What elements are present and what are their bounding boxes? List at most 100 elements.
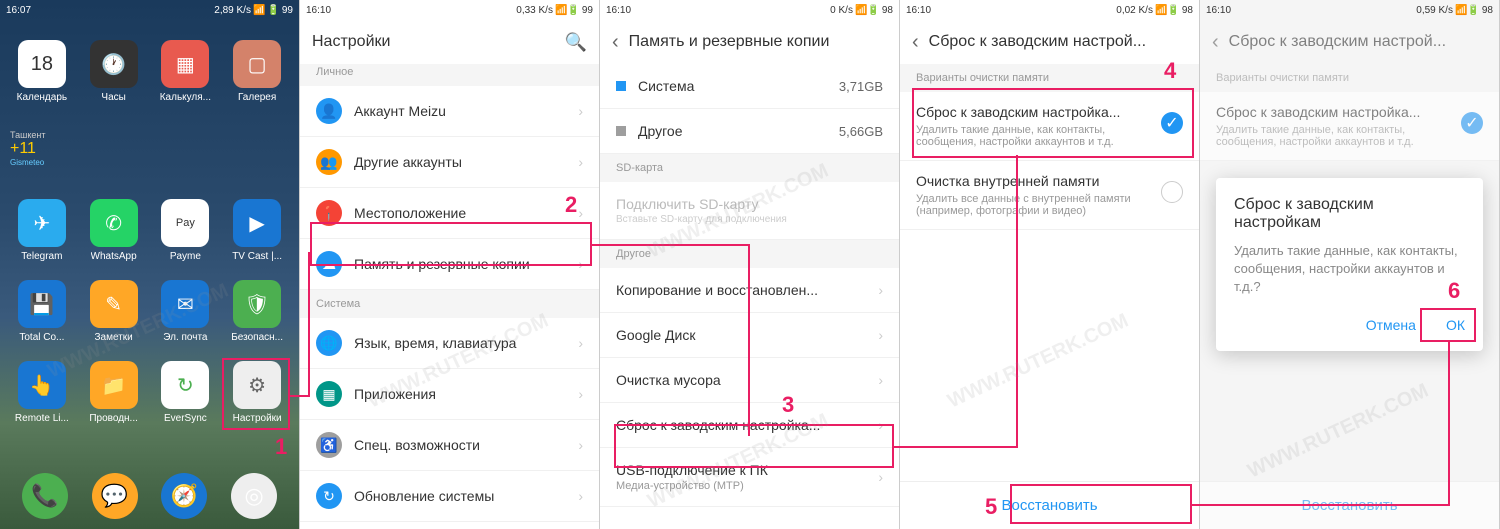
app-Заметки[interactable]: ✎Заметки <box>80 280 148 343</box>
app-TV Cast |...[interactable]: ▶TV Cast |... <box>223 199 291 262</box>
app-icon: ⚙ <box>233 361 281 409</box>
signal-icon: 📶 <box>253 5 265 16</box>
app-icon: Pay <box>161 199 209 247</box>
dock-item[interactable]: ◎ <box>231 473 277 519</box>
app-Часы[interactable]: 🕐Часы <box>80 40 148 103</box>
status-time: 16:07 <box>6 5 31 16</box>
app-Total Co...[interactable]: 💾Total Co... <box>8 280 76 343</box>
ok-button[interactable]: ОК <box>1446 317 1465 333</box>
settings-item[interactable]: 🌐Язык, время, клавиатура› <box>300 318 599 369</box>
app-Remote Li...[interactable]: 👆Remote Li... <box>8 361 76 424</box>
app-EverSync[interactable]: ↻EverSync <box>152 361 220 424</box>
app-grid: 18Календарь🕐Часы▦Калькуля...▢Галерея ✈Tel… <box>0 20 299 444</box>
item-icon: 👤 <box>316 98 342 124</box>
settings-item[interactable]: ♿Спец. возможности› <box>300 420 599 471</box>
item-icon: ▦ <box>316 381 342 407</box>
memory-item[interactable]: Копирование и восстановлен...› <box>600 268 899 313</box>
storage-row: Другое5,66GB <box>600 109 899 154</box>
chevron-icon: › <box>878 327 883 343</box>
dock-item[interactable]: 🧭 <box>161 473 207 519</box>
dock-item[interactable]: 💬 <box>92 473 138 519</box>
section-other: Другое <box>600 240 899 268</box>
connect-sd: Подключить SD-карту Вставьте SD-карту дл… <box>600 182 899 240</box>
app-Галерея[interactable]: ▢Галерея <box>223 40 291 103</box>
color-swatch <box>616 126 626 136</box>
status-right: 2,89 K/s 📶 🔋 99 <box>214 5 293 16</box>
dock: 📞 💬 🧭 ◎ <box>0 473 299 519</box>
app-Календарь[interactable]: 18Календарь <box>8 40 76 103</box>
battery-icon: 🔋 <box>267 5 279 16</box>
settings-item[interactable]: ↻Обновление системы› <box>300 471 599 522</box>
chevron-icon: › <box>878 372 883 388</box>
back-icon[interactable]: ‹ <box>612 31 619 54</box>
settings-item[interactable]: ☁Память и резервные копии› <box>300 239 599 290</box>
chevron-icon: › <box>578 256 583 272</box>
confirm-dialog: Сброс к заводским настройкам Удалить так… <box>1216 178 1483 351</box>
status-bar: 16:10 0 K/s📶🔋98 <box>600 0 899 20</box>
settings-item[interactable]: 👥Другие аккаунты› <box>300 137 599 188</box>
dock-icon: ◎ <box>231 473 277 519</box>
app-icon: ▶ <box>233 199 281 247</box>
settings-item[interactable]: ▦Приложения› <box>300 369 599 420</box>
app-Telegram[interactable]: ✈Telegram <box>8 199 76 262</box>
storage-row: Система3,71GB <box>600 64 899 109</box>
memory-item[interactable]: USB-подключение к ПКМедиа-устройство (MT… <box>600 448 899 507</box>
app-icon: ▢ <box>233 40 281 88</box>
item-icon: 👥 <box>316 149 342 175</box>
app-Безопасн...[interactable]: 🛡Безопасн... <box>223 280 291 343</box>
memory-items: Копирование и восстановлен...›Google Дис… <box>600 268 899 507</box>
status-bar: 16:07 2,89 K/s 📶 🔋 99 <box>0 0 299 20</box>
app-label: EverSync <box>164 413 207 424</box>
item-label: Аккаунт Meizu <box>354 103 566 119</box>
reset-option: ✓ Сброс к заводским настройка... Удалить… <box>1200 92 1499 161</box>
app-label: Эл. почта <box>163 332 207 343</box>
search-icon[interactable]: 🔍 <box>565 32 587 53</box>
page-title: Настройки <box>312 33 555 51</box>
settings-item[interactable]: 📍Местоположение› <box>300 188 599 239</box>
memory-item[interactable]: Сброс к заводским настройка...› <box>600 403 899 448</box>
memory-item[interactable]: Очистка мусора› <box>600 358 899 403</box>
app-label: Payme <box>170 251 201 262</box>
app-icon: 🕐 <box>90 40 138 88</box>
reset-option[interactable]: Очистка внутренней памятиУдалить все дан… <box>900 161 1199 230</box>
dock-icon: 📞 <box>22 473 68 519</box>
reset-option[interactable]: ✓Сброс к заводским настройка...Удалить т… <box>900 92 1199 161</box>
settings-item[interactable]: ⓘО телефоне› <box>300 522 599 529</box>
header: Настройки 🔍 <box>300 20 599 64</box>
reset-options: ✓Сброс к заводским настройка...Удалить т… <box>900 92 1199 230</box>
settings-item[interactable]: 👤Аккаунт Meizu› <box>300 86 599 137</box>
app-label: Заметки <box>95 332 133 343</box>
restore-button[interactable]: Восстановить <box>900 481 1199 529</box>
app-Проводн...[interactable]: 📁Проводн... <box>80 361 148 424</box>
section-sd: SD-карта <box>600 154 899 182</box>
cancel-button[interactable]: Отмена <box>1366 317 1416 333</box>
header: ‹ Сброс к заводским настрой... <box>1200 20 1499 64</box>
app-icon: ▦ <box>161 40 209 88</box>
marker-6: 6 <box>1448 278 1460 304</box>
reset-confirm-screen: 16:10 0,59 K/s📶🔋98 ‹ Сброс к заводским н… <box>1200 0 1500 529</box>
dock-icon: 💬 <box>92 473 138 519</box>
app-WhatsApp[interactable]: ✆WhatsApp <box>80 199 148 262</box>
app-label: Календарь <box>17 92 67 103</box>
restore-button: Восстановить <box>1200 481 1499 529</box>
dock-item[interactable]: 📞 <box>22 473 68 519</box>
app-Настройки[interactable]: ⚙Настройки <box>223 361 291 424</box>
check-icon: ✓ <box>1461 112 1483 134</box>
app-icon: ✆ <box>90 199 138 247</box>
app-icon: 📁 <box>90 361 138 409</box>
weather-widget[interactable]: Ташкент +11 Gismeteo <box>10 130 45 167</box>
header: ‹ Сброс к заводским настрой... <box>900 20 1199 64</box>
item-label: Местоположение <box>354 205 566 221</box>
marker-4: 4 <box>1164 58 1176 84</box>
item-icon: ♿ <box>316 432 342 458</box>
app-Эл. почта[interactable]: ✉Эл. почта <box>152 280 220 343</box>
app-label: Total Co... <box>19 332 64 343</box>
memory-item[interactable]: Google Диск› <box>600 313 899 358</box>
memory-screen: 16:10 0 K/s📶🔋98 ‹ Память и резервные коп… <box>600 0 900 529</box>
app-Payme[interactable]: Pay Payme <box>152 199 220 262</box>
back-icon[interactable]: ‹ <box>912 31 919 54</box>
settings-list: 👤Аккаунт Meizu›👥Другие аккаунты›📍Местопо… <box>300 86 599 529</box>
chevron-icon: › <box>578 154 583 170</box>
app-Калькуля...[interactable]: ▦Калькуля... <box>152 40 220 103</box>
item-label: Обновление системы <box>354 488 566 504</box>
